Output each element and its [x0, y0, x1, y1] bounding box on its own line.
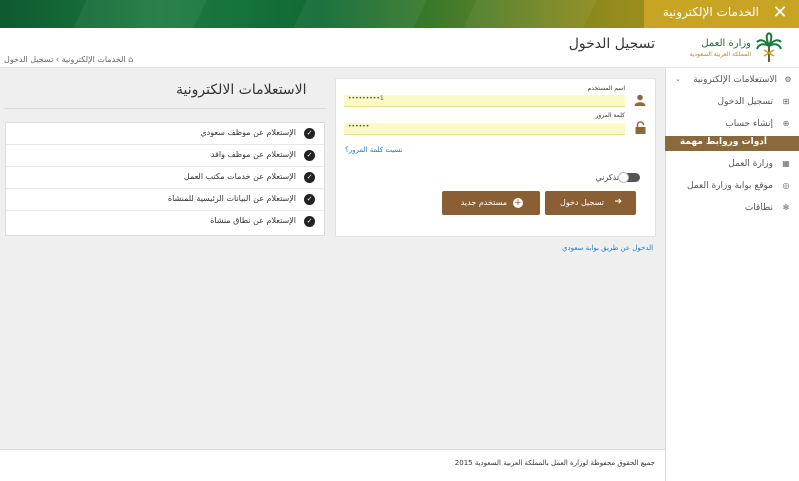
- top-banner: الخدمات الإلكترونية ✕: [0, 0, 799, 28]
- banner-decoration: [463, 0, 597, 28]
- password-label: كلمة المرور: [595, 112, 625, 119]
- chevron-down-icon: ⌄: [675, 75, 681, 83]
- inquiries-title: الاستعلامات الالكترونية: [176, 82, 307, 98]
- login-icon: ⊞: [782, 97, 790, 106]
- building-icon: ▦: [782, 159, 790, 168]
- banner-decoration: [293, 0, 427, 28]
- remember-me-label: تذكرني: [595, 173, 619, 182]
- sidebar-item-create-account[interactable]: ⊕ إنشاء حساب: [665, 116, 799, 134]
- sidebar-item-label: موقع بوابة وزارة العمل: [687, 181, 773, 191]
- lock-icon: [635, 121, 646, 137]
- check-circle-icon: ✓: [304, 150, 315, 161]
- sidebar-item-label: تسجيل الدخول: [717, 97, 773, 107]
- plus-circle-icon: ⊕: [782, 119, 790, 128]
- breadcrumb: ⌂ الخدمات الإلكترونية › تسجيل الدخول: [4, 55, 133, 64]
- close-icon[interactable]: ✕: [770, 4, 790, 24]
- sidebar: وزارة العمل المملكة العربية السعودية ⚙ ا…: [665, 28, 799, 481]
- inquiries-list: ✓ الإستعلام عن موظف سعودي ✓ الإستعلام عن…: [5, 122, 325, 236]
- breadcrumb-home[interactable]: الخدمات الإلكترونية: [62, 55, 126, 64]
- footer: جميع الحقوق محفوظة لوزارة العمل بالمملكة…: [0, 449, 665, 481]
- remember-me-toggle[interactable]: [618, 172, 640, 183]
- username-label: اسم المستخدم: [587, 85, 625, 92]
- sidebar-item-portal[interactable]: ◎ موقع بوابة وزارة العمل: [665, 178, 799, 196]
- plus-circle-icon: +: [513, 198, 523, 208]
- check-circle-icon: ✓: [304, 216, 315, 227]
- user-icon: [634, 94, 646, 109]
- username-field[interactable]: 1•••••••••: [344, 95, 625, 107]
- inquiry-label: الإستعلام عن موظف سعودي: [200, 128, 296, 137]
- sidebar-item-label: أدوات وروابط مهمة: [679, 137, 767, 147]
- sidebar-item-label: وزارة العمل: [728, 159, 773, 169]
- login-button-label: تسجيل دخول: [560, 198, 604, 207]
- globe-icon: ◎: [782, 181, 790, 190]
- palm-logo-icon: [756, 32, 782, 62]
- logo-subtitle: المملكة العربية السعودية: [689, 51, 751, 58]
- ministry-logo[interactable]: وزارة العمل المملكة العربية السعودية: [665, 28, 799, 68]
- sidebar-item-ministry[interactable]: ▦ وزارة العمل: [665, 156, 799, 174]
- sidebar-item-label: نطاقات: [744, 203, 773, 213]
- inquiry-item[interactable]: ✓ الإستعلام عن موظف وافد: [6, 145, 324, 167]
- inquiry-label: الإستعلام عن البيانات الرئيسية للمنشاة: [167, 194, 296, 203]
- password-field[interactable]: ••••••: [344, 123, 625, 135]
- check-circle-icon: ✓: [304, 194, 315, 205]
- toggle-knob: [618, 172, 629, 183]
- sidebar-item-login[interactable]: ⊞ تسجيل الدخول: [665, 94, 799, 112]
- forgot-password-link[interactable]: نسيت كلمة المرور؟: [345, 146, 403, 154]
- login-form: اسم المستخدم 1••••••••• كلمة المرور ••••…: [335, 78, 656, 237]
- gear-icon: ✻: [782, 203, 790, 212]
- check-circle-icon: ✓: [304, 172, 315, 183]
- sign-in-icon: ➔: [614, 197, 622, 207]
- login-button[interactable]: ➔ تسجيل دخول: [545, 191, 636, 215]
- cogs-icon: ⚙: [784, 75, 792, 84]
- eservices-title: الخدمات الإلكترونية: [662, 5, 759, 19]
- banner-decoration: [73, 0, 207, 28]
- sidebar-item-nitaqat[interactable]: ✻ نطاقات: [665, 200, 799, 218]
- logo-name: وزارة العمل: [701, 38, 751, 49]
- breadcrumb-current: تسجيل الدخول: [4, 55, 54, 64]
- sidebar-item-label: الاستعلامات الإلكترونية: [693, 75, 777, 85]
- sidebar-section-tools[interactable]: أدوات وروابط مهمة: [665, 136, 799, 151]
- inquiry-item[interactable]: ✓ الإستعلام عن موظف سعودي: [6, 123, 324, 145]
- divider: [4, 108, 326, 109]
- home-icon[interactable]: ⌂: [128, 55, 133, 64]
- inquiry-label: الإستعلام عن خدمات مكتب العمل: [183, 172, 296, 181]
- breadcrumb-separator: ›: [55, 55, 60, 64]
- inquiry-label: الإستعلام عن نطاق منشاة: [210, 216, 296, 225]
- inquiry-label: الإستعلام عن موظف وافد: [210, 150, 296, 159]
- inquiry-item[interactable]: ✓ الإستعلام عن خدمات مكتب العمل: [6, 167, 324, 189]
- new-user-button-label: مستخدم جديد: [460, 198, 507, 207]
- saudi-portal-login-link[interactable]: الدخول عن طريق بوابة سعودي: [562, 244, 653, 252]
- sidebar-item-label: إنشاء حساب: [725, 119, 773, 129]
- inquiry-item[interactable]: ✓ الإستعلام عن البيانات الرئيسية للمنشاة: [6, 189, 324, 211]
- inquiry-item[interactable]: ✓ الإستعلام عن نطاق منشاة: [6, 211, 324, 233]
- new-user-button[interactable]: + مستخدم جديد: [442, 191, 540, 215]
- copyright-text: جميع الحقوق محفوظة لوزارة العمل بالمملكة…: [454, 459, 655, 467]
- check-circle-icon: ✓: [304, 128, 315, 139]
- sidebar-item-einquiries[interactable]: ⚙ الاستعلامات الإلكترونية ⌄: [665, 72, 799, 90]
- page-title: تسجيل الدخول: [568, 36, 655, 52]
